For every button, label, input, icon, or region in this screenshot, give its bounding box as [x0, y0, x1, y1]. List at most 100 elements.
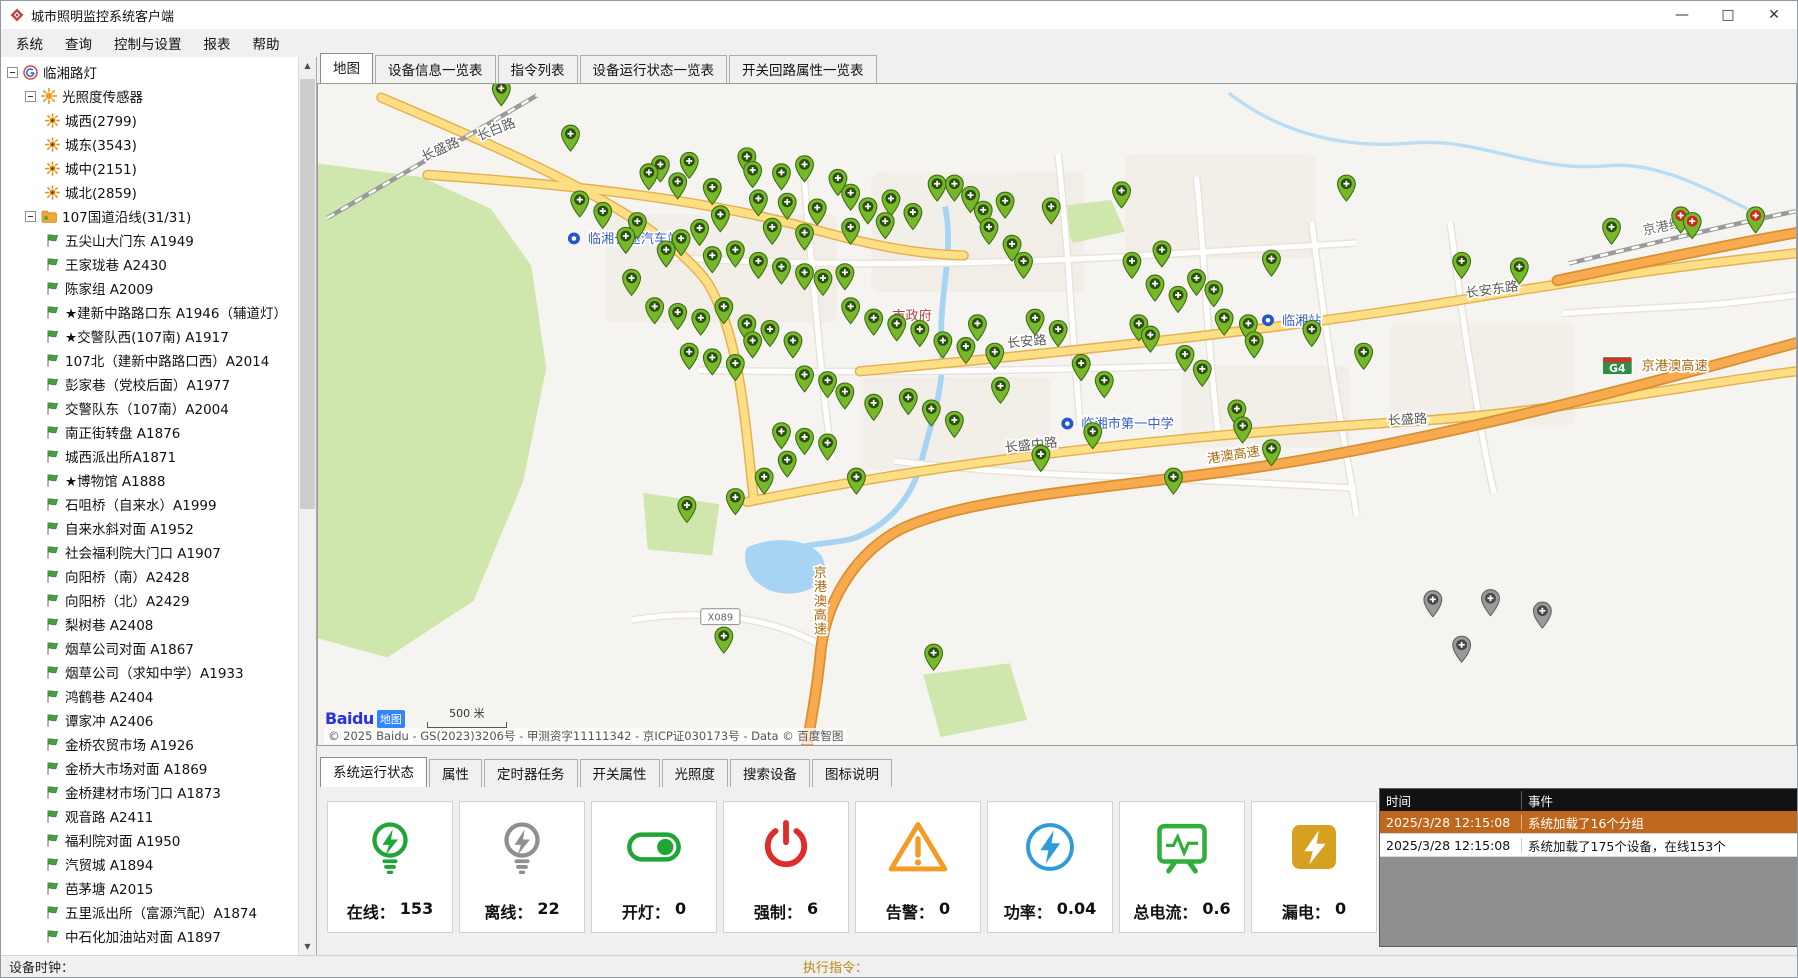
tree-root[interactable]: 临湘路灯	[1, 60, 299, 84]
tree-device-item[interactable]: 鸿鹤巷 A2404	[1, 684, 299, 708]
device-flag-icon	[45, 449, 60, 464]
tab-main-0[interactable]: 地图	[320, 53, 373, 83]
status-card-forced: 强制：6	[723, 801, 849, 933]
tree-item-label: 石咀桥（自来水）A1999	[65, 494, 217, 514]
menu-item-3[interactable]: 报表	[193, 29, 242, 57]
tree-device-item[interactable]: 城西派出所A1871	[1, 444, 299, 468]
tree-device-item[interactable]: 芭茅塘 A2015	[1, 876, 299, 900]
tab-main-2[interactable]: 指令列表	[498, 55, 578, 83]
tree-device-item[interactable]: ★博物馆 A1888	[1, 468, 299, 492]
device-flag-icon	[45, 305, 60, 320]
tree-expander-icon[interactable]	[25, 91, 36, 102]
maximize-button[interactable]: □	[1705, 1, 1751, 29]
tree-item-label: ★交警队西(107南) A1917	[65, 326, 229, 346]
leak-lightning-icon	[1284, 802, 1344, 892]
tab-bottom-3[interactable]: 开关属性	[580, 759, 660, 787]
tree-item-label: 汽贸城 A1894	[65, 854, 153, 874]
status-card-leakage: 漏电：0	[1251, 801, 1377, 933]
tree-device-item[interactable]: 金桥建材市场门口 A1873	[1, 780, 299, 804]
tree-device-item[interactable]: 陈家组 A2009	[1, 276, 299, 300]
tree-scrollbar[interactable]: ▲ ▼	[298, 57, 316, 955]
tree-device-item[interactable]: 交警队东（107南）A2004	[1, 396, 299, 420]
event-log-row[interactable]: 2025/3/28 12:15:08系统加载了16个分组	[1380, 811, 1798, 834]
tree-expander-icon[interactable]	[7, 67, 18, 78]
menu-item-4[interactable]: 帮助	[242, 29, 291, 57]
status-card-text: 告警：0	[886, 899, 950, 923]
tab-main-1[interactable]: 设备信息一览表	[375, 55, 496, 83]
menu-item-0[interactable]: 系统	[5, 29, 54, 57]
status-card-label: 漏电：	[1282, 899, 1330, 923]
tree-device-item[interactable]: 五尖山大门东 A1949	[1, 228, 299, 252]
tab-bottom-0[interactable]: 系统运行状态	[320, 757, 427, 787]
scrollbar-thumb[interactable]	[300, 79, 315, 509]
tree-sensor-item[interactable]: 城西(2799)	[1, 108, 299, 132]
tree-device-item[interactable]: 福利院对面 A1950	[1, 828, 299, 852]
tree-device-item[interactable]: 烟草公司（求知中学）A1933	[1, 660, 299, 684]
tree-item-label: 金桥建材市场门口 A1873	[65, 782, 221, 802]
scroll-up-icon[interactable]: ▲	[299, 57, 316, 74]
tree-device-item[interactable]: 观音路 A2411	[1, 804, 299, 828]
tree-device-item[interactable]: 石咀桥（自来水）A1999	[1, 492, 299, 516]
svg-text:长安路: 长安路	[1006, 332, 1047, 351]
tree-item-label: 烟草公司（求知中学）A1933	[65, 662, 244, 682]
status-card-value: 6	[807, 899, 818, 923]
tab-bottom-4[interactable]: 光照度	[662, 759, 729, 787]
app-icon	[9, 7, 25, 23]
tree-device-item[interactable]: 南正街转盘 A1876	[1, 420, 299, 444]
tree-device-item[interactable]: 向阳桥（南）A2428	[1, 564, 299, 588]
close-button[interactable]: ✕	[1751, 1, 1797, 29]
tree-device-item[interactable]: 107北（建新中路路口西）A2014	[1, 348, 299, 372]
titlebar: 城市照明监控系统客户端 — □ ✕	[1, 1, 1797, 30]
tab-bottom-5[interactable]: 搜索设备	[730, 759, 810, 787]
tab-main-3[interactable]: 设备运行状态一览表	[580, 55, 728, 83]
tree-group-sensors[interactable]: 光照度传感器	[1, 84, 299, 108]
tree-item-label: 彭家巷（党校后面）A1977	[65, 374, 230, 394]
device-flag-icon	[45, 929, 60, 944]
tree-device-item[interactable]: 彭家巷（党校后面）A1977	[1, 372, 299, 396]
tree-expander-icon[interactable]	[25, 211, 36, 222]
baidu-wordmark: Baidu	[325, 709, 374, 728]
event-log-row[interactable]: 2025/3/28 12:15:08系统加载了175个设备，在线153个	[1380, 834, 1798, 857]
scroll-down-icon[interactable]: ▼	[299, 938, 316, 955]
tree-device-item[interactable]: 王家珑巷 A2430	[1, 252, 299, 276]
tree-device-item[interactable]: 五里派出所（富源汽配）A1874	[1, 900, 299, 924]
tree-device-item[interactable]: 社会福利院大门口 A1907	[1, 540, 299, 564]
tree-device-item[interactable]: 金桥大市场对面 A1869	[1, 756, 299, 780]
tree-device-item[interactable]: 中石化加油站对面 A1897	[1, 924, 299, 948]
status-card-value: 22	[537, 899, 559, 923]
menu-item-2[interactable]: 控制与设置	[103, 29, 193, 57]
tab-bottom-1[interactable]: 属性	[429, 759, 482, 787]
tree-sensor-item[interactable]: 城北(2859)	[1, 180, 299, 204]
device-flag-icon	[45, 401, 60, 416]
map-canvas[interactable]: 长白路长盛路临湘长途汽车站市政府长安路临湘站长安东路京港线京港澳高速长盛中路长盛…	[317, 83, 1797, 746]
tree-sensor-item[interactable]: 城中(2151)	[1, 156, 299, 180]
device-flag-icon	[45, 857, 60, 872]
tree-device-item[interactable]: 谭家冲 A2406	[1, 708, 299, 732]
tab-main-4[interactable]: 开关回路属性一览表	[729, 55, 877, 83]
status-card-text: 功率：0.04	[1004, 899, 1097, 923]
minimize-button[interactable]: —	[1659, 1, 1705, 29]
tree-device-item[interactable]: 汽贸城 A1894	[1, 852, 299, 876]
tree-group-devices[interactable]: 107国道沿线(31/31)	[1, 204, 299, 228]
svg-text:京港澳高速: 京港澳高速	[814, 565, 827, 638]
tree-item-label: 南正街转盘 A1876	[65, 422, 180, 442]
tree-device-item[interactable]: ★交警队西(107南) A1917	[1, 324, 299, 348]
tree-device-item[interactable]: 向阳桥（北）A2429	[1, 588, 299, 612]
tab-bottom-6[interactable]: 图标说明	[812, 759, 892, 787]
tree-device-item[interactable]: ★建新中路路口东 A1946（辅道灯）	[1, 300, 299, 324]
sensor-icon	[45, 113, 60, 128]
tree-device-item[interactable]: 自来水斜对面 A1952	[1, 516, 299, 540]
toggle-on-icon	[622, 802, 686, 892]
device-flag-icon	[45, 329, 60, 344]
tree-device-item[interactable]: 烟草公司对面 A1867	[1, 636, 299, 660]
device-flag-icon	[45, 377, 60, 392]
status-card-offline: 离线：22	[459, 801, 585, 933]
menu-item-1[interactable]: 查询	[54, 29, 103, 57]
status-card-current: 总电流：0.6	[1119, 801, 1245, 933]
tree-device-item[interactable]: 金桥农贸市场 A1926	[1, 732, 299, 756]
tree-device-item[interactable]: 梨树巷 A2408	[1, 612, 299, 636]
tab-bottom-2[interactable]: 定时器任务	[484, 759, 578, 787]
tree-sensor-item[interactable]: 城东(3543)	[1, 132, 299, 156]
sensor-icon	[45, 185, 60, 200]
event-log-col-time: 时间	[1380, 791, 1522, 810]
